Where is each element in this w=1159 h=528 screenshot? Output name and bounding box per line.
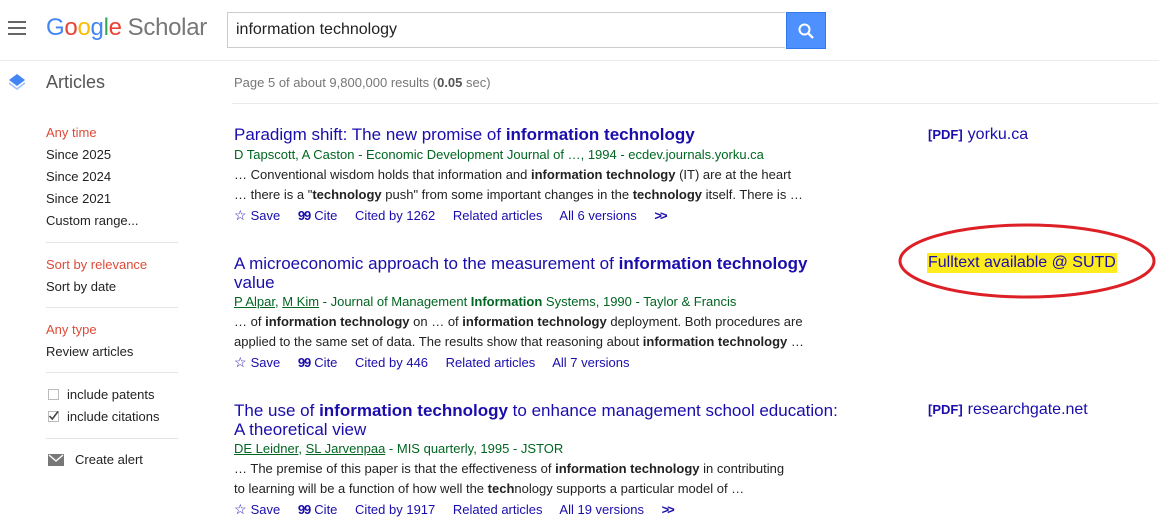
more-icon[interactable]: >> [662,502,675,517]
logo-google: Google [46,14,122,41]
results-count: Page 5 of about 9,800,000 results (0.05 … [234,75,491,90]
author-link[interactable]: M Kim [282,294,319,309]
filter-any-type[interactable]: Any type [46,322,97,337]
result-snippet-line: … of information technology on … of info… [234,314,803,329]
result-authors: D Tapscott, A Caston - Economic Developm… [234,147,764,162]
related-articles-link[interactable]: Related articles [453,502,543,517]
include-patents-label: include patents [67,387,155,402]
result-actions: ☆ Save 99 Cite Cited by 1262 Related artic… [234,207,680,224]
google-scholar-logo[interactable]: Google Scholar [46,14,207,42]
include-citations-label: include citations [67,409,160,424]
result-snippet-line: … The premise of this paper is that the … [234,461,785,476]
sidebar-divider [46,372,178,373]
save-button[interactable]: ☆ Save [234,501,280,517]
results-divider [232,103,1159,104]
save-button[interactable]: ☆ Save [234,207,280,223]
more-icon[interactable]: >> [654,208,667,223]
search-input[interactable] [227,12,785,48]
author-link[interactable]: P Alpar [234,294,275,309]
header-divider [0,60,1159,61]
versions-link[interactable]: All 7 versions [552,355,629,370]
author-link[interactable]: DE Leidner [234,441,298,456]
author-link[interactable]: SL Jarvenpaa [306,441,386,456]
filter-review-articles[interactable]: Review articles [46,344,133,359]
checkmark-icon [48,411,59,421]
filter-since-2025[interactable]: Since 2025 [46,147,111,162]
menu-icon[interactable] [8,21,26,35]
sidebar-divider [46,242,178,243]
quote-icon: 99 [297,502,312,517]
quote-icon: 99 [297,355,312,370]
filter-since-2024[interactable]: Since 2024 [46,169,111,184]
result-title[interactable]: Paradigm shift: The new promise of infor… [234,125,695,144]
star-icon: ☆ [234,354,247,370]
cited-by-link[interactable]: Cited by 1262 [355,208,435,223]
fulltext-link[interactable]: Fulltext available @ SUTD [927,253,1117,273]
star-icon: ☆ [234,501,247,517]
filter-custom-range[interactable]: Custom range... [46,213,139,228]
save-button[interactable]: ☆ Save [234,354,280,370]
create-alert-link[interactable]: Create alert [75,452,143,467]
result-snippet-line: … there is a "technology push" from some… [234,187,803,202]
star-icon: ☆ [234,207,247,223]
section-title: Articles [46,72,106,92]
cited-by-link[interactable]: Cited by 446 [355,355,428,370]
result-snippet-line: to learning will be a function of how we… [234,481,745,496]
envelope-icon [48,454,64,466]
sort-by-date[interactable]: Sort by date [46,279,116,294]
cite-button[interactable]: 99 Cite [298,502,338,517]
search-button[interactable] [786,12,826,49]
related-articles-link[interactable]: Related articles [446,355,536,370]
sidebar-divider [46,307,178,308]
sort-by-relevance[interactable]: Sort by relevance [46,257,147,272]
versions-link[interactable]: All 19 versions [559,502,644,517]
pdf-link[interactable]: [PDF] researchgate.net [928,401,1088,419]
result-snippet-line: applied to the same set of data. The res… [234,334,804,349]
articles-icon [9,74,25,90]
result-snippet-line: … Conventional wisdom holds that informa… [234,167,792,182]
result-authors: DE Leidner, SL Jarvenpaa - MIS quarterly… [234,441,564,456]
result-actions: ☆ Save 99 Cite Cited by 1917 Related artic… [234,501,687,518]
cite-button[interactable]: 99 Cite [298,355,338,370]
cite-button[interactable]: 99 Cite [298,208,338,223]
include-patents-checkbox[interactable] [48,389,59,400]
versions-link[interactable]: All 6 versions [559,208,636,223]
filter-any-time[interactable]: Any time [46,125,97,140]
pdf-link[interactable]: [PDF] yorku.ca [928,126,1028,144]
result-title[interactable]: A microeconomic approach to the measurem… [234,254,834,292]
result-actions: ☆ Save 99 Cite Cited by 446 Related articl… [234,354,644,371]
result-title[interactable]: The use of information technology to enh… [234,401,874,439]
related-articles-link[interactable]: Related articles [453,208,543,223]
quote-icon: 99 [297,208,312,223]
logo-scholar: Scholar [127,14,208,41]
search-icon [798,23,814,39]
result-authors: P Alpar, M Kim - Journal of Management I… [234,294,737,309]
cited-by-link[interactable]: Cited by 1917 [355,502,435,517]
filter-since-2021[interactable]: Since 2021 [46,191,111,206]
sidebar-divider [46,438,178,439]
include-citations-checkbox[interactable] [48,411,59,422]
